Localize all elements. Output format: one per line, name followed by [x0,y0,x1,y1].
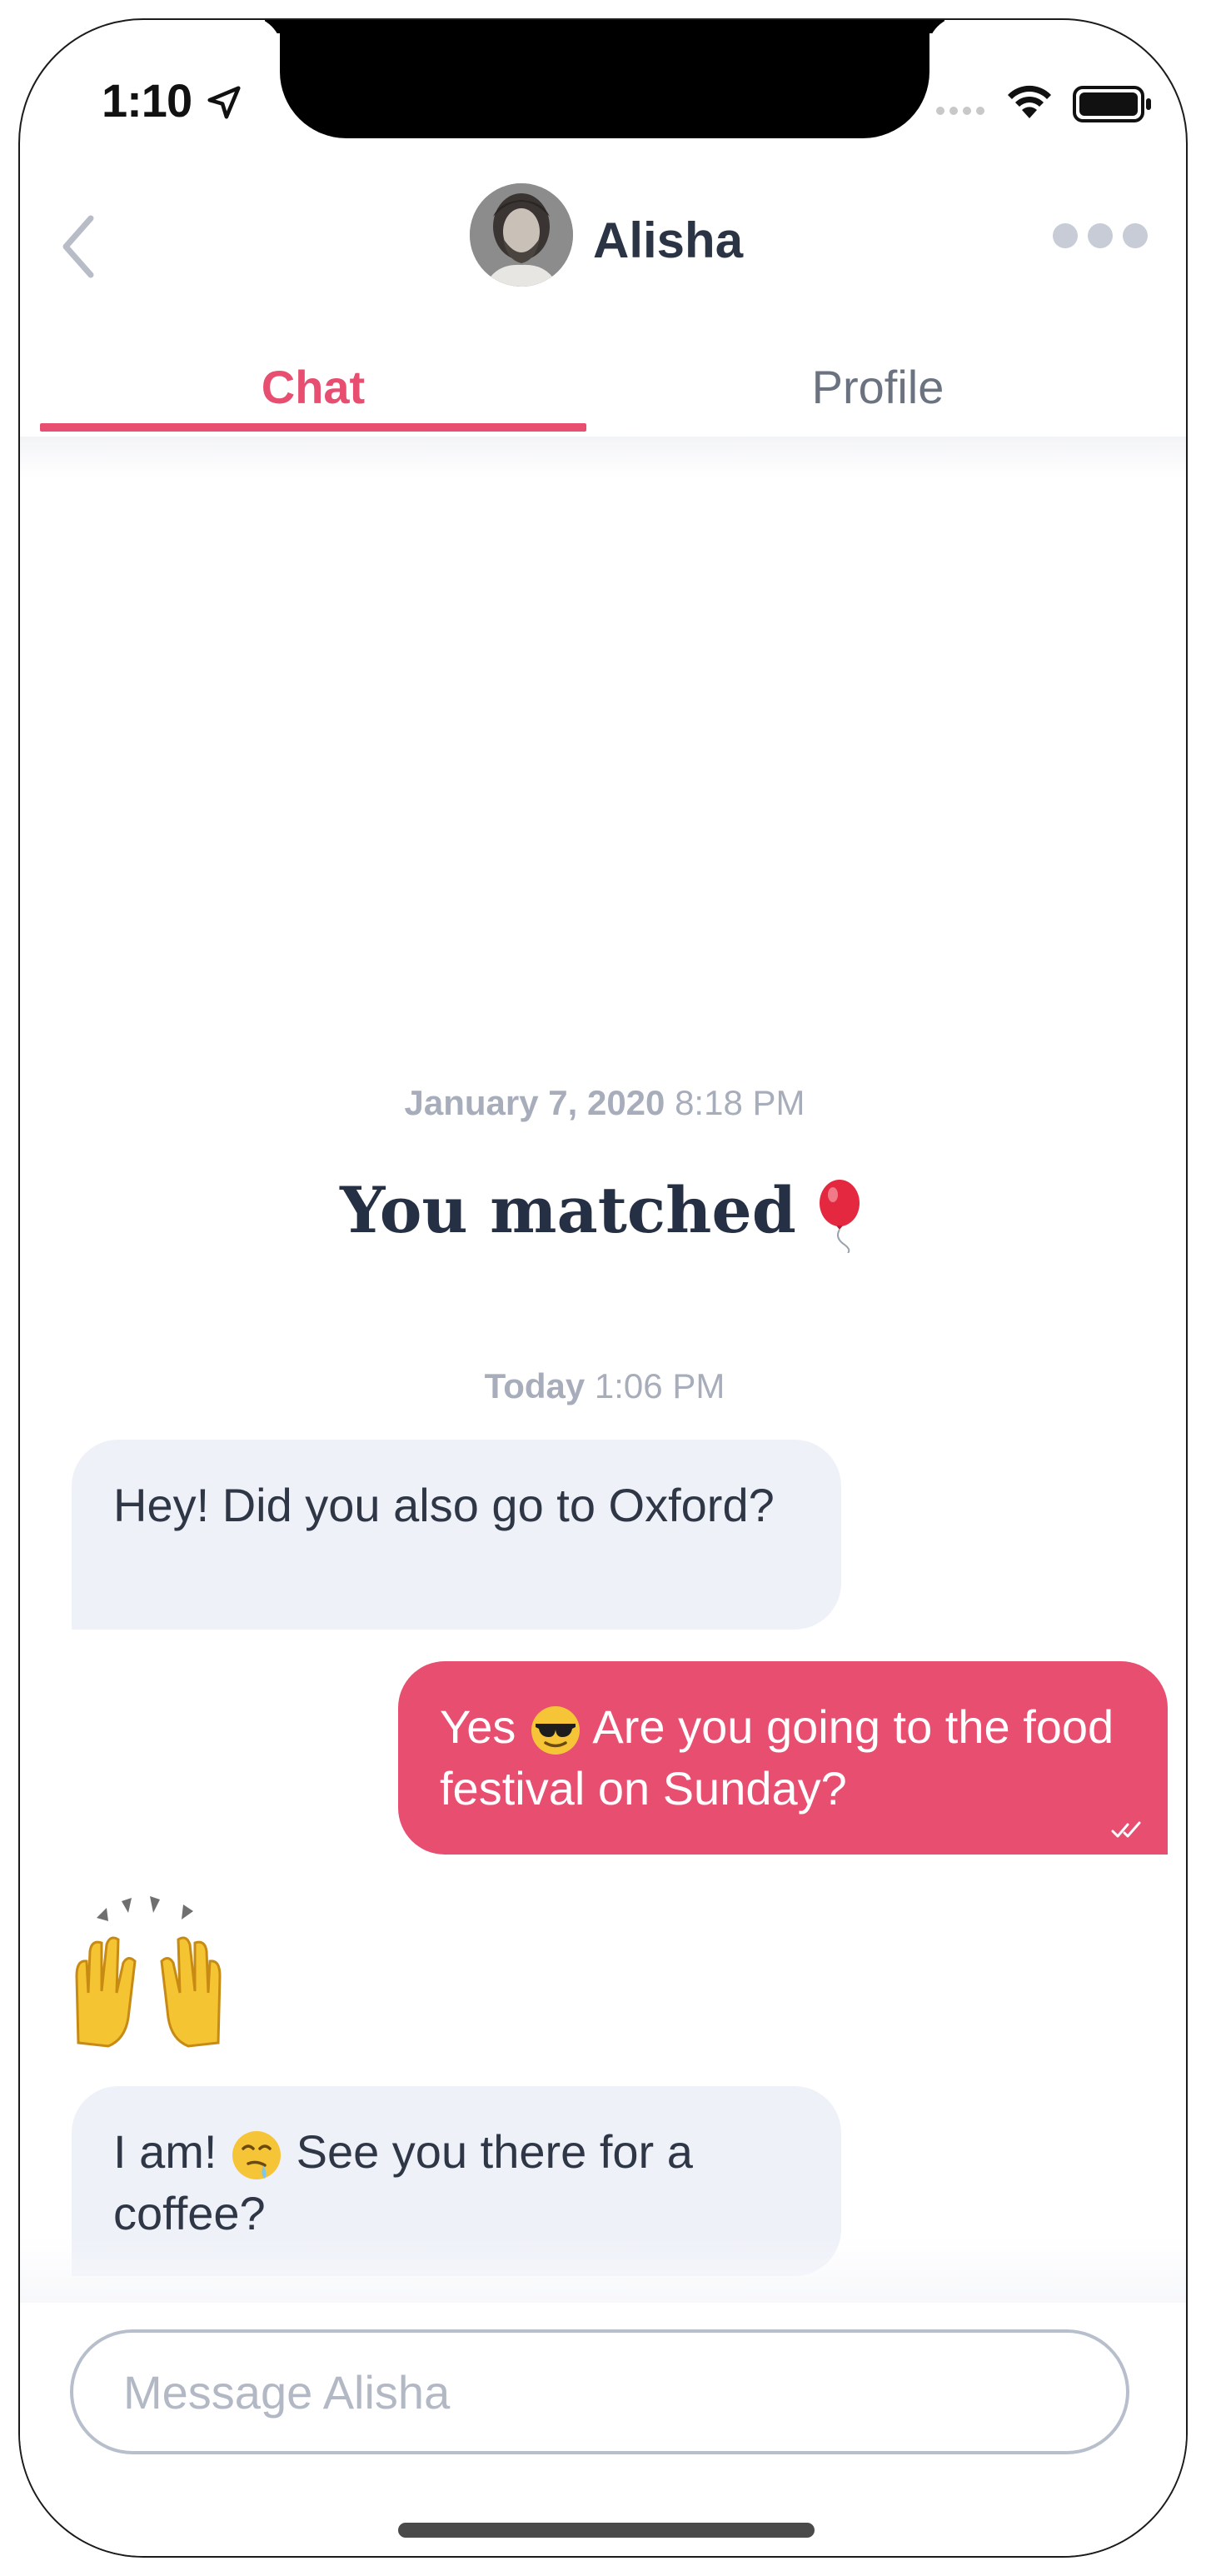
tab-bar: Chat Profile [40,337,1169,437]
today-timestamp: Today 1:06 PM [20,1366,1186,1406]
message-text-start: I am! [113,2125,217,2178]
avatar-photo [470,183,573,287]
back-button[interactable] [48,205,107,288]
signal-icon [936,107,984,115]
match-title-text: You matched [340,1173,796,1247]
match-title: You matched [20,1173,1186,1253]
message-text: Hey! Did you also go to Oxford? [113,1479,775,1531]
today-time: 1:06 PM [594,1366,725,1405]
home-indicator[interactable] [398,2523,815,2538]
composer [20,2303,1186,2556]
tab-chat[interactable]: Chat [40,337,586,437]
double-check-icon [1111,1821,1141,1838]
dot-icon [1123,223,1148,248]
location-arrow-icon [207,86,241,119]
balloon-icon [819,1180,860,1253]
phone-screen: 1:10 Alisha Chat Profile January 7, 2020… [18,18,1188,2558]
sunglasses-face-icon [531,1706,580,1755]
tab-profile[interactable]: Profile [586,337,1169,437]
drooling-face-icon [232,2131,282,2180]
notch [280,20,929,138]
match-timestamp: January 7, 2020 8:18 PM [20,1083,1186,1123]
today-date: Today [484,1366,586,1405]
header-shadow [20,437,1186,478]
raising-hands-icon[interactable] [70,1893,227,2051]
message-text-start: Yes [440,1700,516,1753]
phone-frame: 1:10 Alisha Chat Profile January 7, 2020… [0,0,1206,2576]
match-time: 8:18 PM [675,1083,805,1122]
match-date: January 7, 2020 [404,1083,665,1122]
wifi-icon [1008,85,1051,118]
dot-icon [1088,223,1113,248]
battery-icon [1073,86,1151,122]
chevron-left-icon [62,215,94,278]
message-input[interactable] [70,2329,1129,2454]
dot-icon [1053,223,1078,248]
composer-fade [20,2236,1186,2303]
status-time: 1:10 [102,74,192,127]
active-tab-indicator [40,423,586,432]
more-options-button[interactable] [1053,223,1148,248]
message-bubble-incoming[interactable]: Hey! Did you also go to Oxford? [72,1440,841,1630]
contact-avatar[interactable] [470,183,573,287]
contact-name[interactable]: Alisha [593,212,743,269]
message-bubble-outgoing[interactable]: Yes Are you going to the food festival o… [398,1661,1168,1855]
